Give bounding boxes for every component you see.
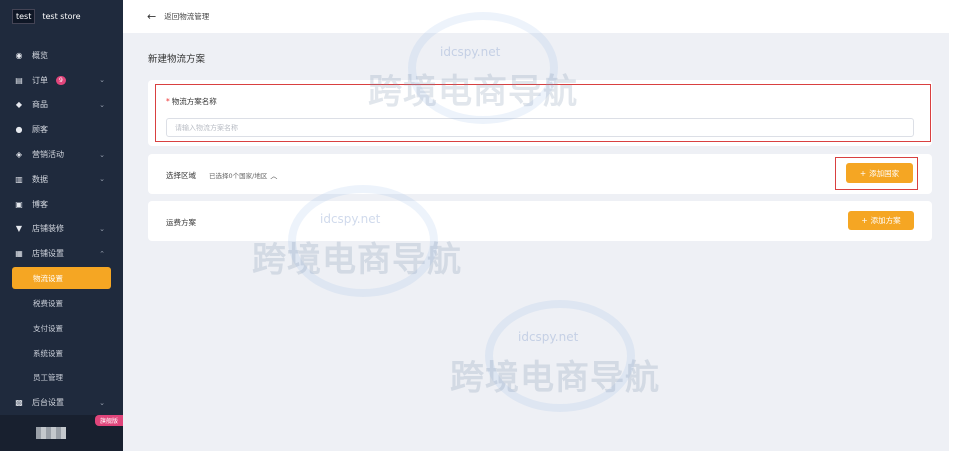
chevron-up-icon: ︿ [270, 172, 278, 180]
order-icon: ▤ [15, 75, 23, 85]
sidebar-item-label: 后台设置 [32, 398, 64, 408]
sidebar-item-label: 店铺装修 [32, 224, 64, 234]
sidebar-subitem-label: 税费设置 [33, 299, 63, 309]
brand[interactable]: test test store [0, 0, 123, 33]
tag-icon: ◈ [15, 150, 23, 160]
sidebar-item-store-design[interactable]: ▼ 店铺装修 ⌄ [0, 217, 123, 242]
page-title: 新建物流方案 [148, 54, 206, 65]
region-card: 选择区域 已选择0个国家/地区 ︿ + 添加国家 [148, 154, 932, 194]
sidebar-item-overview[interactable]: ◉ 概览 [0, 43, 123, 68]
topbar: ← 返回物流管理 [123, 0, 949, 33]
chevron-down-icon: ⌄ [99, 175, 105, 184]
chevron-down-icon: ⌄ [99, 398, 105, 407]
add-plan-button[interactable]: + 添加方案 [848, 211, 914, 230]
sidebar-item-blog[interactable]: ▣ 博客 [0, 192, 123, 217]
sidebar-item-label: 店铺设置 [32, 249, 64, 259]
shipping-fee-card: 运费方案 + 添加方案 [148, 201, 932, 241]
sidebar-item-label: 商品 [32, 100, 48, 110]
chevron-down-icon: ⌄ [99, 224, 105, 233]
scrollbar[interactable] [949, 0, 955, 451]
sidebar-subitem-shipping[interactable]: 物流设置 [12, 267, 111, 290]
sidebar-item-label: 营销活动 [32, 150, 64, 160]
brush-icon: ▼ [15, 224, 23, 234]
back-link[interactable]: 返回物流管理 [164, 11, 209, 22]
watermark-globe [485, 300, 635, 412]
chevron-up-icon: ⌃ [99, 249, 105, 258]
sidebar-item-store-settings[interactable]: ▦ 店铺设置 ⌃ [0, 241, 123, 266]
watermark-site: idcspy.net [440, 45, 501, 59]
region-selected-count[interactable]: 已选择0个国家/地区 ︿ [209, 170, 277, 181]
brand-logo: test [12, 9, 36, 24]
sidebar-item-label: 订单 [32, 75, 48, 85]
plus-icon: + [861, 216, 868, 225]
sidebar: test test store ◉ 概览 ▤ 订单 9 ⌄ ◆ 商品 ⌄ ● 顾… [0, 0, 123, 451]
product-icon: ◆ [15, 100, 23, 110]
shipping-fee-label: 运费方案 [166, 218, 196, 227]
sidebar-footer: 旗舰版 [0, 415, 123, 451]
sidebar-subitem-system[interactable]: 系统设置 [0, 341, 123, 366]
region-label: 选择区域 [166, 171, 196, 180]
sidebar-subitem-label: 员工管理 [33, 373, 63, 383]
highlight-box-add-country [835, 157, 918, 190]
avatar[interactable] [36, 427, 66, 439]
chevron-down-icon: ⌄ [99, 150, 105, 159]
sidebar-item-label: 概览 [32, 50, 48, 60]
version-badge: 旗舰版 [94, 415, 123, 426]
sidebar-subitem-label: 物流设置 [33, 273, 63, 283]
chevron-down-icon: ⌄ [99, 100, 105, 109]
sidebar-subitem-staff[interactable]: 员工管理 [0, 366, 123, 391]
back-arrow-icon[interactable]: ← [147, 10, 156, 23]
sidebar-item-customers[interactable]: ● 顾客 [0, 117, 123, 142]
admin-icon: ▩ [15, 398, 23, 408]
sidebar-subitem-label: 系统设置 [33, 348, 63, 358]
sidebar-item-label: 顾客 [32, 125, 48, 135]
blog-icon: ▣ [15, 199, 23, 209]
sidebar-subitem-tax[interactable]: 税费设置 [0, 291, 123, 316]
store-name: test store [42, 12, 81, 21]
customer-icon: ● [15, 125, 23, 135]
chart-icon: ▥ [15, 174, 23, 184]
sidebar-item-label: 数据 [32, 174, 48, 184]
watermark-site: idcspy.net [518, 330, 579, 344]
sidebar-item-orders[interactable]: ▤ 订单 9 ⌄ [0, 68, 123, 93]
store-icon: ▦ [15, 249, 23, 259]
chevron-down-icon: ⌄ [99, 76, 105, 85]
sidebar-item-data[interactable]: ▥ 数据 ⌄ [0, 167, 123, 192]
order-count-badge: 9 [56, 75, 66, 85]
sidebar-item-marketing[interactable]: ◈ 营销活动 ⌄ [0, 142, 123, 167]
watermark-text: 跨境电商导航 [450, 358, 660, 398]
sidebar-subitem-label: 支付设置 [33, 323, 63, 333]
sidebar-item-admin-settings[interactable]: ▩ 后台设置 ⌄ [0, 390, 123, 415]
highlight-box-name [155, 84, 931, 142]
sidebar-item-label: 博客 [32, 199, 48, 209]
dashboard-icon: ◉ [15, 50, 23, 60]
sidebar-subitem-payment[interactable]: 支付设置 [0, 316, 123, 341]
sidebar-item-products[interactable]: ◆ 商品 ⌄ [0, 93, 123, 118]
sidebar-nav: ◉ 概览 ▤ 订单 9 ⌄ ◆ 商品 ⌄ ● 顾客 ◈ 营销活动 ⌄ ▥ 数据 … [0, 43, 123, 415]
